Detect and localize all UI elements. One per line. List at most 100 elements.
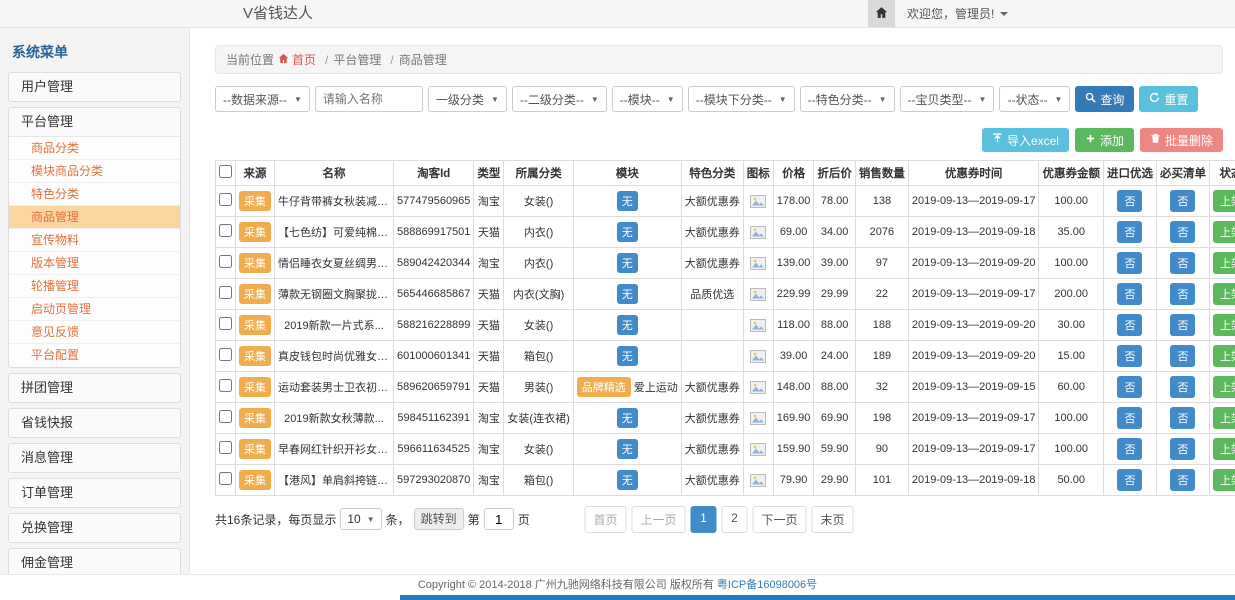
page-button[interactable]: 末页 xyxy=(812,506,854,533)
sidebar-item[interactable]: 用户管理 xyxy=(9,73,180,101)
status-button[interactable]: 上架 xyxy=(1213,314,1235,336)
filter-select-level2-category[interactable]: --二级分类--▼ xyxy=(512,86,607,112)
import-select-button[interactable]: 否 xyxy=(1117,190,1142,212)
sidebar-subitem[interactable]: 模块商品分类 xyxy=(9,160,180,183)
status-button[interactable]: 上架 xyxy=(1213,190,1235,212)
filter-select-level1-category[interactable]: 一级分类▼ xyxy=(428,86,507,112)
row-checkbox[interactable] xyxy=(219,286,232,299)
coupon-time: 2019-09-13—2019-09-17 xyxy=(908,434,1039,465)
icp-link[interactable]: 粤ICP备16098006号 xyxy=(717,579,817,591)
sidebar-subitem[interactable]: 启动页管理 xyxy=(9,298,180,321)
must-buy-button[interactable]: 否 xyxy=(1170,469,1195,491)
import-excel-button[interactable]: 导入excel xyxy=(982,128,1069,152)
must-buy-button[interactable]: 否 xyxy=(1170,221,1195,243)
status-button[interactable]: 上架 xyxy=(1213,469,1235,491)
coupon-amount: 50.00 xyxy=(1039,465,1104,496)
sidebar-subitem[interactable]: 商品管理 xyxy=(9,206,180,229)
filter-select-item-type[interactable]: --宝贝类型--▼ xyxy=(900,86,995,112)
must-buy-button[interactable]: 否 xyxy=(1170,438,1195,460)
sidebar-group: 佣金管理 xyxy=(8,548,181,574)
page-number-input[interactable] xyxy=(484,508,514,530)
sidebar-subitem[interactable]: 特色分类 xyxy=(9,183,180,206)
taoke-id: 597293020870 xyxy=(394,465,474,496)
must-buy-button[interactable]: 否 xyxy=(1170,376,1195,398)
home-nav-button[interactable] xyxy=(868,0,895,27)
status-button[interactable]: 上架 xyxy=(1213,252,1235,274)
sidebar-item[interactable]: 佣金管理 xyxy=(9,549,180,574)
search-button[interactable]: 查询 xyxy=(1075,86,1134,112)
filter-select-module[interactable]: --模块--▼ xyxy=(612,86,683,112)
breadcrumb-home-link[interactable]: 首页 xyxy=(278,51,316,68)
row-checkbox[interactable] xyxy=(219,193,232,206)
row-checkbox[interactable] xyxy=(219,379,232,392)
sidebar-item[interactable]: 订单管理 xyxy=(9,479,180,507)
row-checkbox[interactable] xyxy=(219,224,232,237)
column-header: 淘客Id xyxy=(394,161,474,186)
user-menu[interactable]: 欢迎您，管理员! xyxy=(895,0,1020,27)
sidebar-subitem[interactable]: 宣传物料 xyxy=(9,229,180,252)
reset-button[interactable]: 重置 xyxy=(1139,86,1198,112)
product-name: 运动套装男士卫衣初秋... xyxy=(278,379,390,395)
page-size-select[interactable]: 10 ▼ xyxy=(340,508,381,530)
must-buy-button[interactable]: 否 xyxy=(1170,407,1195,429)
row-checkbox[interactable] xyxy=(219,472,232,485)
import-select-button[interactable]: 否 xyxy=(1117,221,1142,243)
sidebar-item[interactable]: 省钱快报 xyxy=(9,409,180,437)
must-buy-button[interactable]: 否 xyxy=(1170,283,1195,305)
status-button[interactable]: 上架 xyxy=(1213,221,1235,243)
sidebar-subitem[interactable]: 商品分类 xyxy=(9,137,180,160)
row-checkbox[interactable] xyxy=(219,348,232,361)
page-button[interactable]: 2 xyxy=(722,506,748,533)
import-select-button[interactable]: 否 xyxy=(1117,345,1142,367)
batch-delete-button[interactable]: 批量删除 xyxy=(1140,128,1223,152)
import-select-button[interactable]: 否 xyxy=(1117,438,1142,460)
import-select-button[interactable]: 否 xyxy=(1117,407,1142,429)
sidebar-subitem[interactable]: 平台配置 xyxy=(9,344,180,367)
must-buy-button[interactable]: 否 xyxy=(1170,345,1195,367)
import-select-button[interactable]: 否 xyxy=(1117,469,1142,491)
price: 118.00 xyxy=(773,310,814,341)
price: 79.90 xyxy=(773,465,814,496)
sidebar-subitem[interactable]: 意见反馈 xyxy=(9,321,180,344)
row-checkbox[interactable] xyxy=(219,441,232,454)
sidebar-item[interactable]: 平台管理 xyxy=(9,108,180,136)
table-row: 采集薄款无钢圈文胸聚拢性...565446685867天猫内衣(文胸)无品质优选… xyxy=(216,279,1235,310)
must-buy-button[interactable]: 否 xyxy=(1170,190,1195,212)
filter-select-feature-category[interactable]: --特色分类--▼ xyxy=(800,86,895,112)
source-badge: 采集 xyxy=(239,253,271,273)
filter-select-data-source[interactable]: --数据来源--▼ xyxy=(215,86,310,112)
import-select-button[interactable]: 否 xyxy=(1117,314,1142,336)
name-search-input[interactable] xyxy=(315,86,423,112)
add-button[interactable]: 添加 xyxy=(1075,128,1134,152)
status-button[interactable]: 上架 xyxy=(1213,345,1235,367)
select-all-checkbox[interactable] xyxy=(219,165,232,178)
must-buy-button[interactable]: 否 xyxy=(1170,314,1195,336)
must-buy-button[interactable]: 否 xyxy=(1170,252,1195,274)
filter-select-module-sub-category[interactable]: --模块下分类--▼ xyxy=(688,86,795,112)
import-select-button[interactable]: 否 xyxy=(1117,376,1142,398)
import-select-button[interactable]: 否 xyxy=(1117,252,1142,274)
sidebar-subitem[interactable]: 轮播管理 xyxy=(9,275,180,298)
page-button[interactable]: 1 xyxy=(691,506,717,533)
filter-select-status[interactable]: --状态--▼ xyxy=(999,86,1070,112)
status-button[interactable]: 上架 xyxy=(1213,376,1235,398)
sidebar-item[interactable]: 消息管理 xyxy=(9,444,180,472)
row-checkbox[interactable] xyxy=(219,410,232,423)
sidebar-item[interactable]: 拼团管理 xyxy=(9,374,180,402)
sidebar-subitem[interactable]: 版本管理 xyxy=(9,252,180,275)
import-select-button[interactable]: 否 xyxy=(1117,283,1142,305)
jump-button[interactable]: 跳转到 xyxy=(414,508,464,530)
coupon-amount: 200.00 xyxy=(1039,279,1104,310)
sidebar-item[interactable]: 兑换管理 xyxy=(9,514,180,542)
status-button[interactable]: 上架 xyxy=(1213,438,1235,460)
status-button[interactable]: 上架 xyxy=(1213,283,1235,305)
breadcrumb-item[interactable]: 平台管理 xyxy=(320,51,381,68)
column-header: 所属分类 xyxy=(504,161,573,186)
row-checkbox[interactable] xyxy=(219,255,232,268)
source-badge: 采集 xyxy=(239,222,271,242)
page-button[interactable]: 上一页 xyxy=(631,506,685,533)
page-button[interactable]: 下一页 xyxy=(753,506,807,533)
page-button[interactable]: 首页 xyxy=(584,506,626,533)
row-checkbox[interactable] xyxy=(219,317,232,330)
status-button[interactable]: 上架 xyxy=(1213,407,1235,429)
